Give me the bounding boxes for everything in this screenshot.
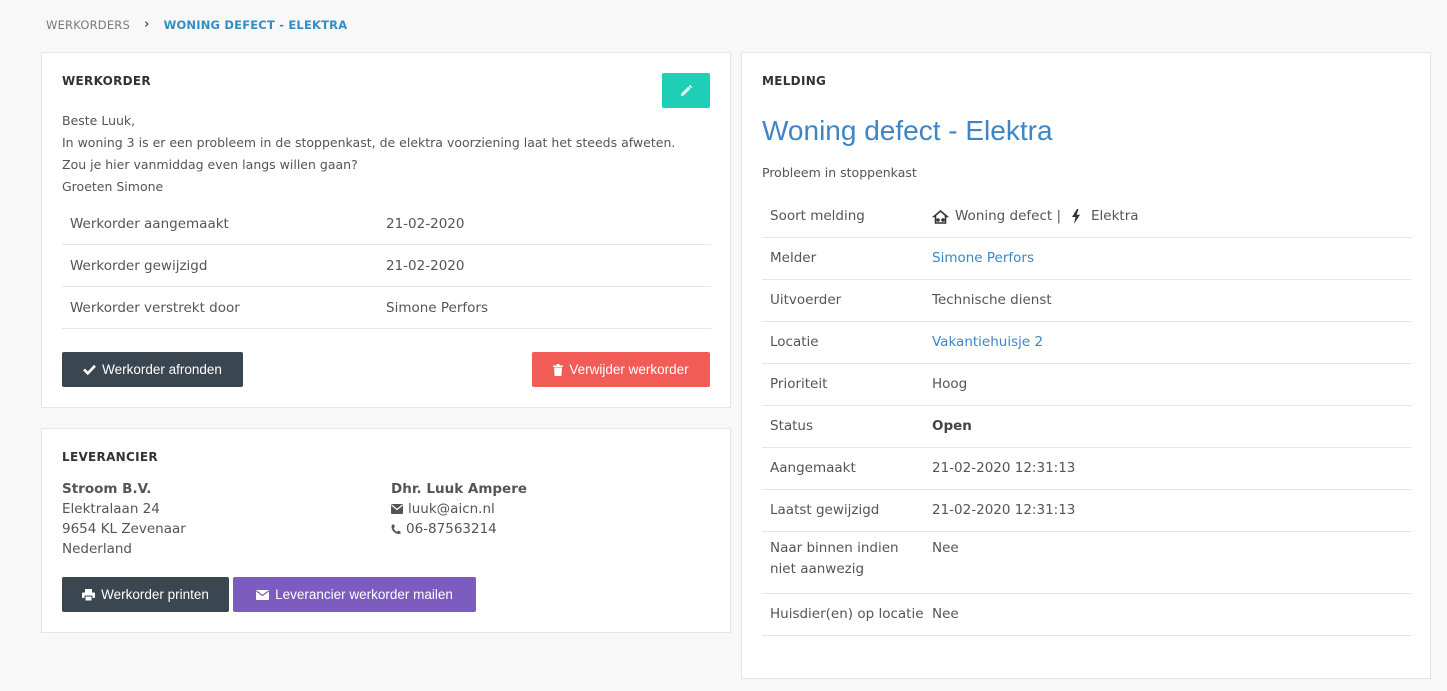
locatie-link[interactable]: Vakantiehuisje 2 xyxy=(932,332,1043,353)
contact-phone: 06-87563214 xyxy=(406,521,497,537)
company-name: Stroom B.V. xyxy=(62,481,152,497)
row-value: Technische dienst xyxy=(932,292,1052,308)
chevron-right-icon: › xyxy=(144,17,150,32)
button-label: Werkorder afronden xyxy=(102,362,222,377)
table-row: Huisdier(en) op locatie Nee xyxy=(762,594,1411,636)
table-row: Naar binnen indien niet aanwezig Nee xyxy=(762,532,1411,594)
melding-heading: Woning defect - Elektra xyxy=(762,115,1053,146)
edit-button[interactable] xyxy=(662,73,710,108)
contact-phone-line: 06-87563214 xyxy=(391,519,527,539)
table-row: Melder Simone Perfors xyxy=(762,238,1411,280)
row-label: Uitvoerder xyxy=(770,292,842,308)
contact-name: Dhr. Luuk Ampere xyxy=(391,481,528,497)
table-row: Laatst gewijzigd 21-02-2020 12:31:13 xyxy=(762,490,1411,532)
soort-woning-defect: Woning defect | xyxy=(955,208,1062,224)
row-value: Nee xyxy=(932,606,959,622)
row-label-line: Naar binnen indien xyxy=(770,540,899,556)
button-label: Leverancier werkorder mailen xyxy=(275,587,453,602)
envelope-icon xyxy=(256,589,270,600)
table-row: Werkorder gewijzigd 21-02-2020 xyxy=(62,245,711,287)
row-value: 21-02-2020 xyxy=(386,215,465,232)
table-row: Locatie Vakantiehuisje 2 xyxy=(762,322,1411,364)
company-city: 9654 KL Zevenaar xyxy=(62,521,186,537)
row-label: Werkorder verstrekt door xyxy=(70,299,240,316)
row-label: Locatie xyxy=(770,334,819,350)
melding-title: MELDING xyxy=(762,74,827,88)
row-label: Prioriteit xyxy=(770,376,828,392)
breadcrumb-current: WONING DEFECT - ELEKTRA xyxy=(163,17,348,32)
row-label: Laatst gewijzigd xyxy=(770,502,880,518)
contact-info: Dhr. Luuk Ampere luuk@aicn.nl 06-8756321… xyxy=(391,479,527,539)
row-label: Soort melding xyxy=(770,208,865,224)
werkorder-card: WERKORDER Beste Luuk, In woning 3 is er … xyxy=(41,52,731,408)
message-line: Zou je hier vanmiddag even langs willen … xyxy=(62,157,358,172)
company-info: Stroom B.V. Elektralaan 24 9654 KL Zeven… xyxy=(62,479,186,559)
werkorder-printen-button[interactable]: Werkorder printen xyxy=(62,577,229,612)
table-row: Werkorder verstrekt door Simone Perfors xyxy=(62,287,711,329)
pencil-icon xyxy=(681,84,692,96)
breadcrumb: WERKORDERS › WONING DEFECT - ELEKTRA xyxy=(46,17,347,32)
button-label: Verwijder werkorder xyxy=(569,362,689,377)
row-label: Werkorder gewijzigd xyxy=(70,257,208,274)
table-row: Status Open xyxy=(762,406,1411,448)
leverancier-title: LEVERANCIER xyxy=(62,450,158,464)
printer-icon xyxy=(82,588,96,601)
melder-link[interactable]: Simone Perfors xyxy=(932,248,1034,269)
row-label-line: niet aanwezig xyxy=(770,561,865,577)
table-row: Prioriteit Hoog xyxy=(762,364,1411,406)
verwijder-werkorder-button[interactable]: Verwijder werkorder xyxy=(532,352,710,387)
row-label: Melder xyxy=(770,250,817,266)
phone-icon xyxy=(391,524,401,534)
row-label: Werkorder aangemaakt xyxy=(70,215,229,232)
werkorder-afronden-button[interactable]: Werkorder afronden xyxy=(62,352,243,387)
melding-subtitle: Probleem in stoppenkast xyxy=(762,165,917,180)
table-row: Werkorder aangemaakt 21-02-2020 xyxy=(62,203,711,245)
row-value: 21-02-2020 12:31:13 xyxy=(932,502,1076,518)
envelope-icon xyxy=(391,504,403,514)
contact-email: luuk@aicn.nl xyxy=(408,501,495,517)
melding-details-table: Soort melding Woning defect | Elektra Me… xyxy=(762,196,1411,636)
row-label: Status xyxy=(770,418,814,434)
breadcrumb-werkorders[interactable]: WERKORDERS xyxy=(46,18,130,32)
house-defect-icon xyxy=(932,209,949,224)
row-value: Nee xyxy=(932,540,959,556)
row-value: Hoog xyxy=(932,376,968,392)
button-label: Werkorder printen xyxy=(101,587,209,602)
contact-email-line: luuk@aicn.nl xyxy=(391,499,527,519)
message-line: Beste Luuk, xyxy=(62,113,136,128)
status-value: Open xyxy=(932,418,972,434)
row-label: Huisdier(en) op locatie xyxy=(770,606,924,622)
table-row: Soort melding Woning defect | Elektra xyxy=(762,196,1411,238)
table-row: Aangemaakt 21-02-2020 12:31:13 xyxy=(762,448,1411,490)
row-value: 21-02-2020 xyxy=(386,257,465,274)
table-row: Uitvoerder Technische dienst xyxy=(762,280,1411,322)
row-label: Aangemaakt xyxy=(770,460,856,476)
row-label: Naar binnen indien niet aanwezig xyxy=(762,538,932,580)
check-icon xyxy=(83,364,97,375)
melding-card: MELDING Woning defect - Elektra Probleem… xyxy=(741,52,1431,679)
row-value: Woning defect | Elektra xyxy=(932,206,1139,227)
row-value: Simone Perfors xyxy=(386,299,488,316)
werkorder-details-table: Werkorder aangemaakt 21-02-2020 Werkorde… xyxy=(62,203,711,329)
leverancier-mailen-button[interactable]: Leverancier werkorder mailen xyxy=(233,577,476,612)
message-line: Groeten Simone xyxy=(62,179,164,194)
leverancier-card: LEVERANCIER Stroom B.V. Elektralaan 24 9… xyxy=(41,428,731,633)
company-street: Elektralaan 24 xyxy=(62,501,160,517)
company-country: Nederland xyxy=(62,541,132,557)
message-line: In woning 3 is er een probleem in de sto… xyxy=(62,135,676,150)
trash-icon xyxy=(553,363,564,376)
lightning-icon xyxy=(1072,209,1081,224)
werkorder-message: Beste Luuk, In woning 3 is er een proble… xyxy=(62,110,702,198)
soort-elektra: Elektra xyxy=(1091,208,1139,224)
werkorder-title: WERKORDER xyxy=(62,74,151,88)
row-value: 21-02-2020 12:31:13 xyxy=(932,460,1076,476)
